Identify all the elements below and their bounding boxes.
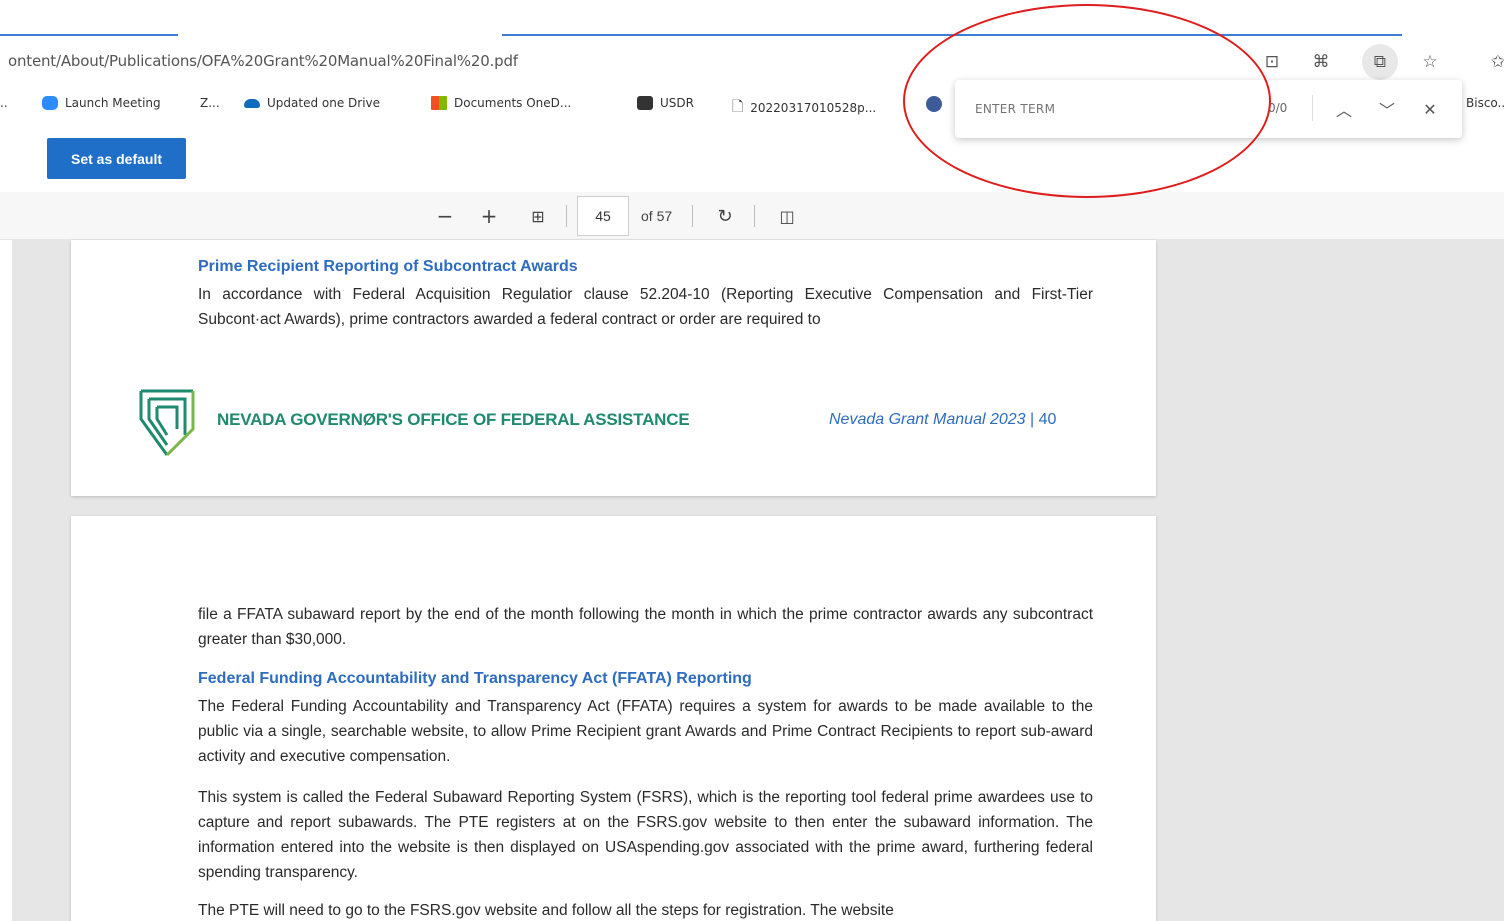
favorite-pdf-file[interactable]: 🗋 20220317010528p... <box>732 96 876 120</box>
nevada-ofa-logo <box>139 389 195 457</box>
favorite-star-icon[interactable]: ☆ <box>1416 48 1444 76</box>
find-input[interactable] <box>975 96 1245 122</box>
chevron-down-icon[interactable]: ﹀ <box>1373 96 1401 122</box>
cloud-icon <box>244 98 260 108</box>
body-paragraph: file a FFATA subaward report by the end … <box>198 606 1093 648</box>
tab-indicator <box>502 34 1402 36</box>
usdr-icon <box>637 96 653 110</box>
favorite-launch-meeting[interactable]: Launch Meeting <box>42 96 161 110</box>
fit-page-icon[interactable]: ⊞ <box>524 202 552 230</box>
page-total: of 57 <box>641 208 673 224</box>
zoom-icon <box>42 96 58 110</box>
default-browser-banner <box>0 132 1504 188</box>
viewer-left-edge <box>0 240 12 921</box>
pdf-toolbar <box>0 192 1504 240</box>
tab-indicator <box>0 34 178 36</box>
collections-icon[interactable]: ⧉ <box>1362 44 1398 80</box>
favorite-z[interactable]: Z... <box>200 96 220 110</box>
apps-icon[interactable]: ⌘ <box>1307 48 1335 76</box>
read-aloud-icon[interactable]: ⊡ <box>1258 48 1286 76</box>
find-result-count: 0/0 <box>1268 101 1288 115</box>
toolbar-divider <box>566 205 567 227</box>
body-paragraph: The Federal Funding Accountability and T… <box>198 698 1093 765</box>
pdf-page <box>71 240 1156 496</box>
favorite-updated-one-drive[interactable]: Updated one Drive <box>244 96 380 110</box>
manual-footer: Nevada Grant Manual 2023 | 40 <box>829 411 1056 429</box>
section-heading: Prime Recipient Reporting of Subcontract… <box>198 258 578 275</box>
body-paragraph: In accordance with Federal Acquisition R… <box>198 286 1093 328</box>
manual-title: Nevada Grant Manual 2023 <box>829 411 1026 428</box>
page-footer-number: | 40 <box>1030 411 1057 428</box>
favorite-overflow-right[interactable]: Bisco... <box>1466 96 1504 110</box>
body-paragraph: The PTE will need to go to the FSRS.gov … <box>198 902 894 919</box>
section-heading: Federal Funding Accountability and Trans… <box>198 670 752 687</box>
favorites-overflow[interactable]: .. <box>0 96 8 110</box>
toolbar-divider <box>692 205 693 227</box>
profile-circle-icon <box>926 96 942 112</box>
zoom-in-button[interactable]: + <box>475 202 503 230</box>
chevron-up-icon[interactable]: ︿ <box>1330 96 1358 122</box>
find-divider <box>1312 95 1313 121</box>
url-text[interactable]: ontent/About/Publications/OFA%20Grant%20… <box>8 52 518 70</box>
rotate-icon[interactable]: ↻ <box>711 202 739 230</box>
set-as-default-button[interactable]: Set as default <box>47 138 186 179</box>
favorite-documents-onedrive[interactable]: Documents OneD... <box>431 96 571 110</box>
office-name: NEVADA GOVERNØR'S OFFICE OF FEDERAL ASSI… <box>217 410 690 429</box>
toolbar-divider <box>754 205 755 227</box>
zoom-out-button[interactable]: − <box>431 202 459 230</box>
favorites-icon[interactable]: ✩ <box>1484 48 1504 76</box>
favorite-usdr[interactable]: USDR <box>637 96 694 110</box>
document-icon: 🗋 <box>732 99 744 115</box>
favorite-circle[interactable] <box>926 96 942 112</box>
close-icon[interactable]: ✕ <box>1416 96 1444 122</box>
microsoft-icon <box>431 96 447 110</box>
page-view-icon[interactable]: ◫ <box>773 202 801 230</box>
body-paragraph: This system is called the Federal Subawa… <box>198 789 1093 881</box>
page-number-input[interactable] <box>577 196 629 236</box>
